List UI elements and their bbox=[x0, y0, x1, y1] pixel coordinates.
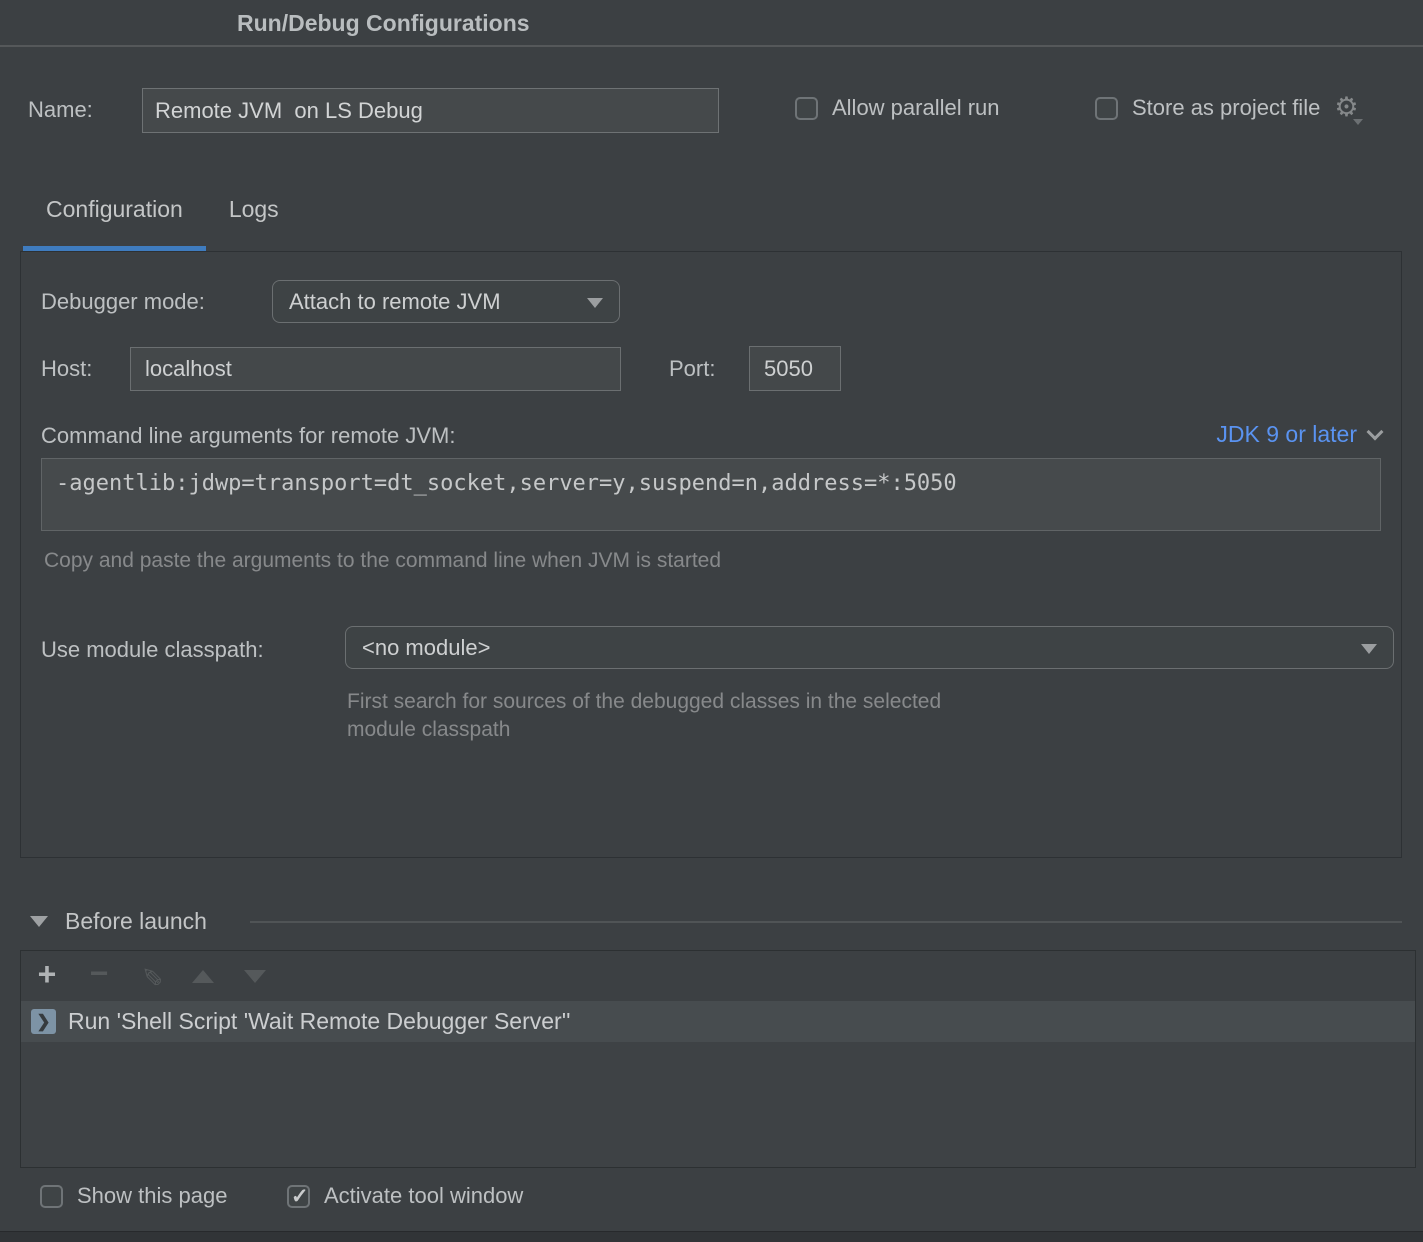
gear-icon[interactable]: ⚙ bbox=[1334, 96, 1358, 119]
title-bar: Run/Debug Configurations bbox=[0, 0, 1423, 47]
debugger-mode-dropdown[interactable]: Attach to remote JVM bbox=[272, 280, 620, 323]
activate-tool-window-label: Activate tool window bbox=[324, 1183, 523, 1209]
module-classpath-label: Use module classpath: bbox=[41, 637, 264, 663]
name-input[interactable] bbox=[142, 88, 719, 133]
module-classpath-hint: First search for sources of the debugged… bbox=[347, 688, 941, 744]
run-icon: ❯ bbox=[31, 1009, 56, 1034]
host-label: Host: bbox=[41, 356, 92, 382]
before-launch-task-list: ❯ Run 'Shell Script 'Wait Remote Debugge… bbox=[21, 1001, 1415, 1167]
window-bottom-edge bbox=[0, 1231, 1423, 1242]
debugger-mode-label: Debugger mode: bbox=[41, 289, 205, 315]
port-input[interactable] bbox=[749, 346, 841, 391]
cmdline-label: Command line arguments for remote JVM: bbox=[41, 423, 456, 449]
allow-parallel-run-checkbox[interactable] bbox=[795, 97, 818, 120]
host-input[interactable] bbox=[130, 347, 621, 391]
remove-task-button[interactable]: − bbox=[73, 951, 125, 1001]
before-launch-header[interactable]: Before launch bbox=[30, 908, 207, 935]
module-classpath-value: <no module> bbox=[362, 635, 490, 661]
add-task-button[interactable]: + bbox=[21, 951, 73, 1001]
collapse-triangle-icon[interactable] bbox=[30, 916, 48, 927]
page-title: Run/Debug Configurations bbox=[237, 10, 530, 37]
arrow-down-icon bbox=[244, 970, 266, 983]
move-up-button[interactable] bbox=[177, 951, 229, 1001]
move-down-button[interactable] bbox=[229, 951, 281, 1001]
show-this-page-option[interactable]: Show this page bbox=[40, 1183, 227, 1209]
allow-parallel-run-label: Allow parallel run bbox=[832, 95, 1000, 121]
allow-parallel-run-option[interactable]: Allow parallel run bbox=[795, 95, 1000, 121]
before-launch-divider bbox=[250, 921, 1402, 923]
chevron-down-icon bbox=[1367, 423, 1384, 440]
task-row-run-shell-script[interactable]: ❯ Run 'Shell Script 'Wait Remote Debugge… bbox=[21, 1001, 1415, 1042]
jdk-version-value: JDK 9 or later bbox=[1216, 421, 1357, 448]
configuration-panel: Debugger mode: Attach to remote JVM Host… bbox=[20, 251, 1402, 858]
tab-configuration[interactable]: Configuration bbox=[23, 196, 206, 251]
store-as-project-file-label: Store as project file bbox=[1132, 95, 1320, 121]
tab-bar: Configuration Logs bbox=[23, 196, 302, 251]
show-this-page-checkbox[interactable] bbox=[40, 1185, 63, 1208]
tab-logs[interactable]: Logs bbox=[206, 196, 302, 251]
arrow-up-icon bbox=[192, 970, 214, 983]
store-as-project-file-option[interactable]: Store as project file ⚙ bbox=[1095, 95, 1359, 121]
debugger-mode-value: Attach to remote JVM bbox=[289, 289, 501, 315]
activate-tool-window-checkbox[interactable] bbox=[287, 1185, 310, 1208]
chevron-down-icon bbox=[587, 298, 603, 308]
before-launch-toolbar: + − ✎ bbox=[21, 951, 1415, 1001]
before-launch-panel: + − ✎ ❯ Run 'Shell Script 'Wait Remote D… bbox=[20, 950, 1416, 1168]
plus-icon: + bbox=[38, 956, 57, 993]
jdk-version-selector[interactable]: JDK 9 or later bbox=[1216, 421, 1381, 448]
cmdline-hint: Copy and paste the arguments to the comm… bbox=[44, 549, 721, 573]
run-debug-configurations-dialog: Run/Debug Configurations Name: Allow par… bbox=[0, 0, 1423, 1242]
before-launch-title: Before launch bbox=[65, 908, 207, 935]
activate-tool-window-option[interactable]: Activate tool window bbox=[287, 1183, 523, 1209]
pencil-icon: ✎ bbox=[135, 965, 166, 987]
chevron-down-icon bbox=[1361, 644, 1377, 654]
task-row-label: Run 'Shell Script 'Wait Remote Debugger … bbox=[68, 1008, 570, 1035]
store-as-project-file-checkbox[interactable] bbox=[1095, 97, 1118, 120]
name-label: Name: bbox=[28, 97, 93, 123]
minus-icon: − bbox=[90, 955, 109, 992]
port-label: Port: bbox=[669, 356, 715, 382]
module-classpath-dropdown[interactable]: <no module> bbox=[345, 626, 1394, 669]
cmdline-arguments-field[interactable]: -agentlib:jdwp=transport=dt_socket,serve… bbox=[41, 458, 1381, 531]
edit-task-button[interactable]: ✎ bbox=[125, 951, 177, 1001]
show-this-page-label: Show this page bbox=[77, 1183, 227, 1209]
